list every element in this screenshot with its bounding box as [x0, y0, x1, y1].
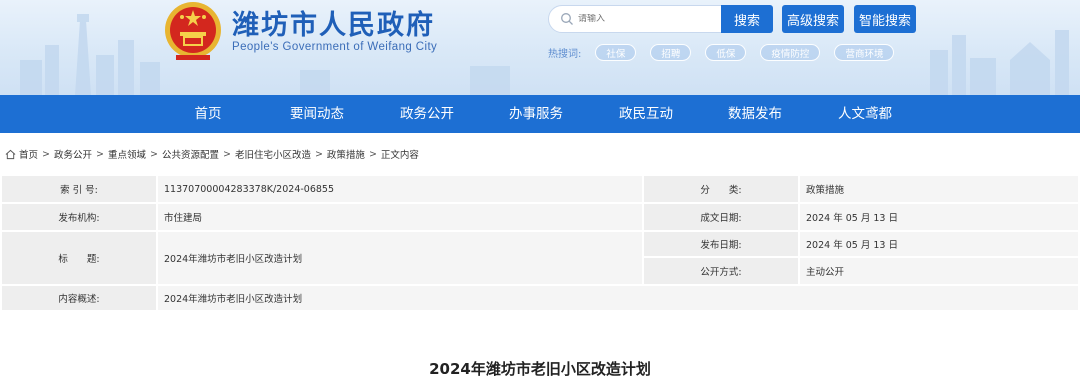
- national-emblem-icon: [165, 2, 221, 60]
- smart-search-button[interactable]: 智能搜索: [854, 5, 916, 33]
- index-value: 11370700004283378K/2024-06855: [158, 176, 642, 202]
- title-label: 标 题:: [2, 232, 156, 284]
- hot-search-label: 热搜词:: [548, 49, 582, 60]
- nav-home[interactable]: 首页: [163, 95, 253, 133]
- breadcrumb-old-housing[interactable]: 老旧住宅小区改造: [235, 147, 311, 161]
- nav-data[interactable]: 数据发布: [710, 95, 800, 133]
- nav-interaction[interactable]: 政民互动: [601, 95, 691, 133]
- advanced-search-button[interactable]: 高级搜索: [782, 5, 844, 33]
- published-date-label: 发布日期:: [644, 232, 798, 256]
- breadcrumb-separator: >: [222, 148, 231, 160]
- breadcrumb-open-gov[interactable]: 政务公开: [54, 147, 92, 161]
- org-label: 发布机构:: [2, 204, 156, 230]
- breadcrumb-separator: >: [314, 148, 323, 160]
- breadcrumb-separator: >: [149, 148, 158, 160]
- breadcrumb-public-resources[interactable]: 公共资源配置: [162, 147, 219, 161]
- summary-label: 内容概述:: [2, 286, 156, 310]
- site-subtitle: People's Government of Weifang City: [232, 41, 438, 53]
- breadcrumb-separator: >: [96, 148, 104, 160]
- document-info-table: 索 引 号: 11370700004283378K/2024-06855 分 类…: [2, 176, 1078, 310]
- hot-tag-epidemic[interactable]: 疫情防控: [760, 44, 821, 61]
- category-value: 政策措施: [800, 176, 1078, 202]
- created-date-value: 2024 年 05 月 13 日: [800, 204, 1078, 230]
- search-box: [548, 5, 722, 33]
- index-label: 索 引 号:: [2, 176, 156, 202]
- published-date-value: 2024 年 05 月 13 日: [800, 232, 1078, 256]
- nav-culture[interactable]: 人文鸢都: [820, 95, 910, 133]
- breadcrumb-home[interactable]: 首页: [19, 147, 38, 161]
- nav-open-gov[interactable]: 政务公开: [382, 95, 472, 133]
- disclosure-mode-label: 公开方式:: [644, 258, 798, 284]
- summary-value: 2024年潍坊市老旧小区改造计划: [158, 286, 1078, 310]
- created-date-label: 成文日期:: [644, 204, 798, 230]
- site-title[interactable]: 潍坊市人民政府: [232, 3, 435, 42]
- org-value: 市住建局: [158, 204, 642, 230]
- nav-services[interactable]: 办事服务: [491, 95, 581, 133]
- article-title: 2024年潍坊市老旧小区改造计划: [429, 360, 651, 378]
- search-input[interactable]: [578, 14, 718, 24]
- title-value: 2024年潍坊市老旧小区改造计划: [158, 232, 642, 284]
- main-nav: 首页 要闻动态 政务公开 办事服务 政民互动 数据发布 人文鸢都: [0, 95, 1080, 133]
- hot-tag-social-security[interactable]: 社保: [595, 44, 637, 61]
- site-header: 潍坊市人民政府 People's Government of Weifang C…: [0, 0, 1080, 95]
- breadcrumb-key-areas[interactable]: 重点领域: [108, 147, 146, 161]
- breadcrumb-separator: >: [42, 148, 50, 160]
- category-label: 分 类:: [644, 176, 798, 202]
- home-icon: [5, 149, 16, 159]
- search-button[interactable]: 搜索: [721, 5, 773, 33]
- search-icon: [561, 13, 573, 25]
- hot-search-bar: 热搜词: 社保 招聘 低保 疫情防控 营商环境: [548, 44, 908, 61]
- hot-tag-recruitment[interactable]: 招聘: [650, 44, 692, 61]
- breadcrumb-policy[interactable]: 政策措施: [327, 147, 365, 161]
- breadcrumb: 首页 > 政务公开 > 重点领域 > 公共资源配置 > 老旧住宅小区改造 > 政…: [5, 147, 419, 161]
- nav-news[interactable]: 要闻动态: [272, 95, 362, 133]
- hot-tag-business[interactable]: 营商环境: [834, 44, 895, 61]
- hot-tag-subsistence[interactable]: 低保: [705, 44, 747, 61]
- breadcrumb-current: 正文内容: [380, 150, 419, 161]
- disclosure-mode-value: 主动公开: [800, 258, 1078, 284]
- breadcrumb-separator: >: [368, 148, 377, 160]
